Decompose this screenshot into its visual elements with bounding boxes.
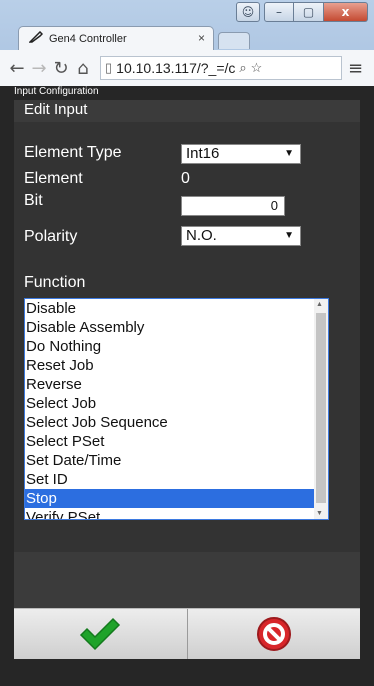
cancel-icon — [256, 617, 291, 651]
menu-icon[interactable]: ≡ — [348, 58, 363, 79]
function-option[interactable]: Disable — [25, 299, 314, 318]
tab-title: Gen4 Controller — [49, 32, 127, 45]
home-icon[interactable]: ⌂ — [72, 58, 94, 79]
dropdown-arrow-icon: ▼ — [284, 148, 294, 159]
element-value: 0 — [181, 170, 190, 187]
browser-toolbar: ← → ↻ ⌂ ▯ 10.10.13.117/?_=/c ⌕ ☆ ≡ — [0, 50, 374, 86]
function-option[interactable]: Do Nothing — [25, 337, 314, 356]
scroll-up-icon[interactable]: ▲ — [316, 301, 323, 308]
function-option[interactable]: Disable Assembly — [25, 318, 314, 337]
minimize-button[interactable]: – — [264, 2, 294, 22]
element-type-value: Int16 — [186, 145, 220, 162]
user-icon[interactable]: ☺ — [236, 2, 260, 22]
browser-tab[interactable]: Gen4 Controller × — [18, 26, 214, 50]
forward-icon[interactable]: → — [28, 58, 50, 79]
function-option[interactable]: Set Date/Time — [25, 451, 314, 470]
action-bar — [14, 608, 360, 659]
function-option[interactable]: Stop — [25, 489, 314, 508]
edit-input-panel: Edit Input Element Type Int16 ▼ Element … — [14, 100, 360, 626]
maximize-button[interactable]: ▢ — [294, 2, 324, 22]
ok-button[interactable] — [14, 609, 188, 659]
bit-label: Bit — [24, 192, 43, 209]
address-bar[interactable]: ▯ 10.10.13.117/?_=/c ⌕ ☆ — [100, 56, 342, 80]
back-icon[interactable]: ← — [6, 58, 28, 79]
function-option[interactable]: Reset Job — [25, 356, 314, 375]
scrollbar-thumb[interactable] — [316, 313, 326, 503]
scroll-down-icon[interactable]: ▼ — [316, 510, 323, 517]
element-type-label: Element Type — [24, 144, 122, 161]
bookmark-star-icon[interactable]: ☆ — [251, 60, 263, 76]
dropdown-arrow-icon: ▼ — [284, 230, 294, 241]
function-option[interactable]: Reverse — [25, 375, 314, 394]
function-option[interactable]: Verify PSet — [25, 508, 314, 519]
bit-input[interactable]: 0 — [181, 196, 285, 216]
cancel-button[interactable] — [187, 609, 360, 659]
new-tab-button[interactable] — [218, 32, 250, 49]
function-option[interactable]: Select Job Sequence — [25, 413, 314, 432]
tab-close-icon[interactable]: × — [198, 31, 205, 45]
panel-title: Edit Input — [14, 100, 360, 122]
page-content: Input Configuration Edit Input Element T… — [0, 86, 374, 686]
checkmark-icon — [80, 617, 121, 651]
window-controls: ☺ – ▢ x — [236, 2, 368, 22]
browser-chrome: ☺ – ▢ x Gen4 Controller × ← → ↻ ⌂ ▯ 10.1… — [0, 0, 374, 87]
function-options: Disable Disable Assembly Do Nothing Reset J… — [25, 299, 328, 519]
element-label: Element — [24, 170, 83, 187]
url-text: 10.10.13.117/?_=/c — [116, 60, 236, 76]
polarity-select[interactable]: N.O. ▼ — [181, 226, 301, 246]
zoom-icon[interactable]: ⌕ — [239, 60, 246, 76]
page-title: Input Configuration — [14, 86, 99, 97]
tool-icon — [28, 30, 44, 46]
element-type-select[interactable]: Int16 ▼ — [181, 144, 301, 164]
page-icon: ▯ — [105, 60, 113, 75]
polarity-label: Polarity — [24, 228, 78, 245]
polarity-value: N.O. — [186, 227, 217, 244]
reload-icon[interactable]: ↻ — [50, 58, 72, 79]
function-option[interactable]: Set ID — [25, 470, 314, 489]
function-listbox[interactable]: Disable Disable Assembly Do Nothing Reset J… — [24, 298, 329, 520]
function-option[interactable]: Select Job — [25, 394, 314, 413]
function-option[interactable]: Select PSet — [25, 432, 314, 451]
panel-body: Element Type Int16 ▼ Element 0 Bit 0 Pol… — [14, 122, 360, 552]
listbox-scrollbar[interactable]: ▲ ▼ — [314, 299, 328, 519]
function-label: Function — [24, 274, 86, 291]
close-window-button[interactable]: x — [324, 2, 368, 22]
